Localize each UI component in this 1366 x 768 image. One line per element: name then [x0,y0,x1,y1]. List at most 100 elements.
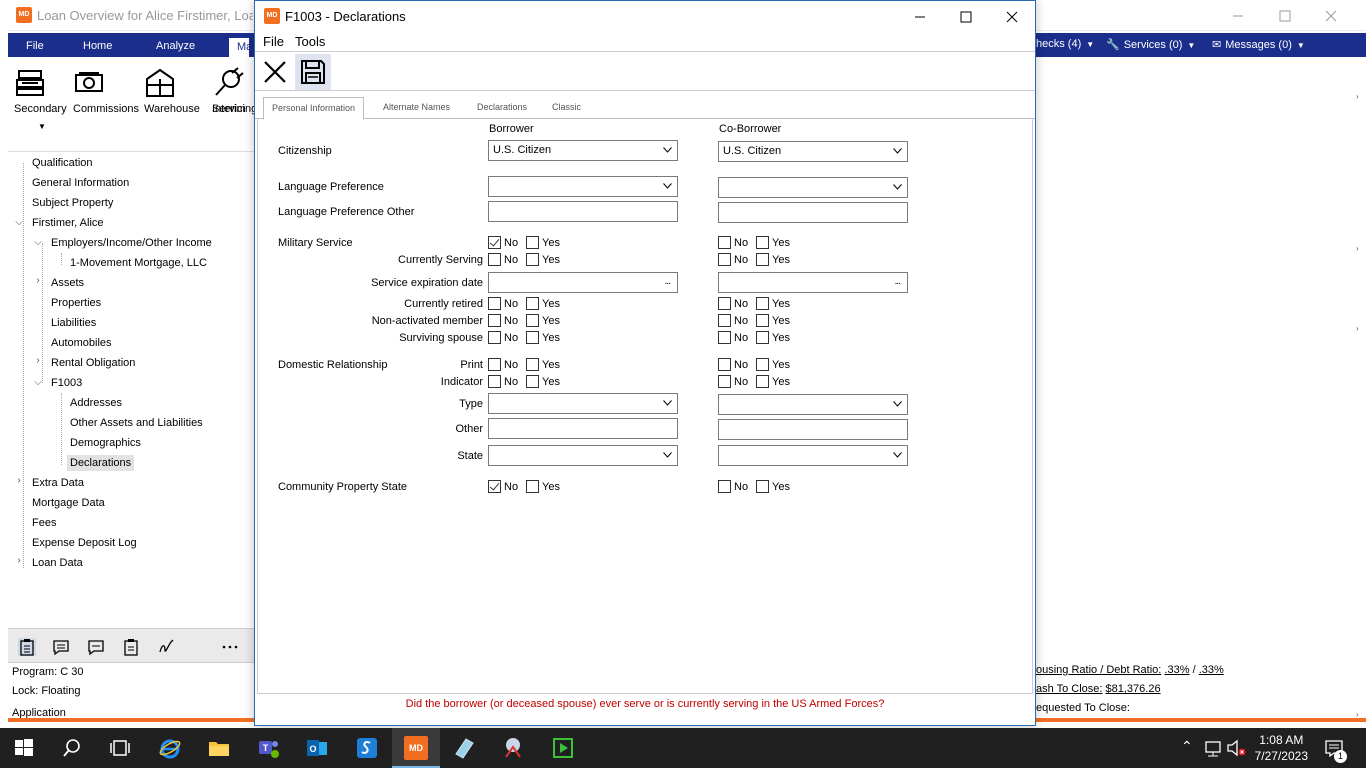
borrower-language-select[interactable] [488,176,678,197]
borrower-military-yes-checkbox[interactable] [526,236,539,249]
coborrower-indicator-yes-checkbox[interactable] [756,375,769,388]
ribbon-tab-manage[interactable]: Ma [229,38,249,57]
teams-icon[interactable]: T [256,736,280,760]
coborrower-indicator-no-checkbox[interactable] [718,375,731,388]
task-view-icon[interactable] [108,736,132,760]
tree-item-demographics[interactable]: Demographics [70,435,141,451]
coborrower-military-yes-checkbox[interactable] [756,236,769,249]
snipping-tool-icon[interactable] [501,736,525,760]
close-x-icon[interactable] [257,54,293,90]
interim-servicing-button[interactable]: Interim Servicing [212,67,257,115]
messages-menu[interactable]: ✉ Messages (0) ▼ [1212,38,1305,51]
coborrower-surviving-yes-checkbox[interactable] [756,331,769,344]
warehouse-button[interactable]: Warehouse [144,67,200,115]
coborrower-state-select[interactable] [718,445,908,466]
tree-item-firstimer-alice[interactable]: Firstimer, Alice [32,215,104,231]
coborrower-serving-yes-checkbox[interactable] [756,253,769,266]
md-app-icon[interactable]: MD [404,736,428,760]
coborrower-military-no-checkbox[interactable] [718,236,731,249]
tree-item-automobiles[interactable]: Automobiles [51,335,112,351]
coborrower-language-select[interactable] [718,177,908,198]
chevron-down-icon[interactable]: ⌵ [14,217,24,228]
borrower-surviving-yes-checkbox[interactable] [526,331,539,344]
maximize-icon[interactable] [1275,6,1295,26]
tree-item-other-assets[interactable]: Other Assets and Liabilities [70,415,203,431]
signature-icon[interactable] [158,638,176,656]
chevron-down-icon[interactable]: ▼ [38,122,46,131]
coborrower-community-no-checkbox[interactable] [718,480,731,493]
tree-item-extra-data[interactable]: Extra Data [32,475,84,491]
tree-item-mortgage-data[interactable]: Mortgage Data [32,495,105,511]
borrower-nonactivated-yes-checkbox[interactable] [526,314,539,327]
coborrower-retired-no-checkbox[interactable] [718,297,731,310]
tree-item-f1003[interactable]: F1003 [51,375,82,391]
borrower-surviving-no-checkbox[interactable] [488,331,501,344]
media-player-icon[interactable] [551,736,575,760]
chevron-right-icon[interactable]: › [1356,324,1366,333]
chevron-right-icon[interactable]: › [1356,92,1366,101]
borrower-other-input[interactable] [488,418,678,439]
tree-item-rental-obligation[interactable]: Rental Obligation [51,355,135,371]
borrower-state-select[interactable] [488,445,678,466]
chevron-right-icon[interactable]: › [1356,244,1366,253]
borrower-community-no-checkbox[interactable] [488,480,501,493]
tree-item-assets[interactable]: Assets [51,275,84,291]
more-options-icon[interactable] [221,638,239,656]
coborrower-print-no-checkbox[interactable] [718,358,731,371]
housing-ratio-value[interactable]: .33% [1164,664,1189,676]
secondary-button[interactable]: Secondary [14,67,67,115]
coborrower-nonactivated-yes-checkbox[interactable] [756,314,769,327]
tree-item-addresses[interactable]: Addresses [70,395,122,411]
borrower-serving-no-checkbox[interactable] [488,253,501,266]
borrower-indicator-no-checkbox[interactable] [488,375,501,388]
minimize-icon[interactable] [1228,6,1248,26]
notepad-icon[interactable] [452,736,476,760]
borrower-serving-yes-checkbox[interactable] [526,253,539,266]
borrower-retired-no-checkbox[interactable] [488,297,501,310]
tree-item-expense-deposit-log[interactable]: Expense Deposit Log [32,535,137,551]
volume-muted-icon[interactable] [1224,736,1248,760]
tree-item-movement-mortgage[interactable]: 1-Movement Mortgage, LLC [70,255,207,271]
coborrower-print-yes-checkbox[interactable] [756,358,769,371]
file-explorer-icon[interactable] [207,736,231,760]
outlook-icon[interactable]: O [305,736,329,760]
network-icon[interactable] [1202,736,1226,760]
coborrower-service-expiration-input[interactable]: ... [718,272,908,293]
ribbon-tab-analyze[interactable]: Analyze [156,40,195,52]
tree-item-fees[interactable]: Fees [32,515,56,531]
borrower-type-select[interactable] [488,393,678,414]
services-menu[interactable]: 🔧 Services (0) ▼ [1106,38,1195,51]
ratio-status[interactable]: ousing Ratio / Debt Ratio: .33% / .33% [1036,664,1224,676]
chevron-right-icon[interactable]: › [33,355,43,366]
tree-item-liabilities[interactable]: Liabilities [51,315,96,331]
coborrower-nonactivated-no-checkbox[interactable] [718,314,731,327]
internet-explorer-icon[interactable] [158,736,182,760]
app-s-icon[interactable] [355,736,379,760]
borrower-indicator-yes-checkbox[interactable] [526,375,539,388]
tab-alternate-names[interactable]: Alternate Names [383,102,450,112]
tab-classic[interactable]: Classic [552,102,581,112]
save-icon[interactable] [295,54,331,90]
chevron-right-icon[interactable]: › [33,275,43,286]
tree-item-subject-property[interactable]: Subject Property [32,195,113,211]
message-icon[interactable] [87,638,105,656]
coborrower-citizenship-select[interactable]: U.S. Citizen [718,141,908,162]
commissions-button[interactable]: Commissions [73,67,139,115]
tree-item-general-information[interactable]: General Information [32,175,129,191]
minimize-icon[interactable] [909,6,931,28]
tree-item-properties[interactable]: Properties [51,295,101,311]
chevron-down-icon[interactable]: ⌵ [33,377,43,388]
date-picker-button[interactable]: ... [895,276,901,287]
coborrower-surviving-no-checkbox[interactable] [718,331,731,344]
borrower-military-no-checkbox[interactable] [488,236,501,249]
borrower-citizenship-select[interactable]: U.S. Citizen [488,140,678,161]
close-icon[interactable] [1001,6,1023,28]
coborrower-community-yes-checkbox[interactable] [756,480,769,493]
tree-item-loan-data[interactable]: Loan Data [32,555,83,571]
borrower-service-expiration-input[interactable]: ... [488,272,678,293]
clipboard-icon[interactable] [18,638,36,656]
system-clock[interactable]: 1:08 AM 7/27/2023 [1255,732,1308,764]
borrower-nonactivated-no-checkbox[interactable] [488,314,501,327]
chevron-down-icon[interactable]: ⌵ [33,237,43,248]
chevron-right-icon[interactable]: › [14,475,24,486]
